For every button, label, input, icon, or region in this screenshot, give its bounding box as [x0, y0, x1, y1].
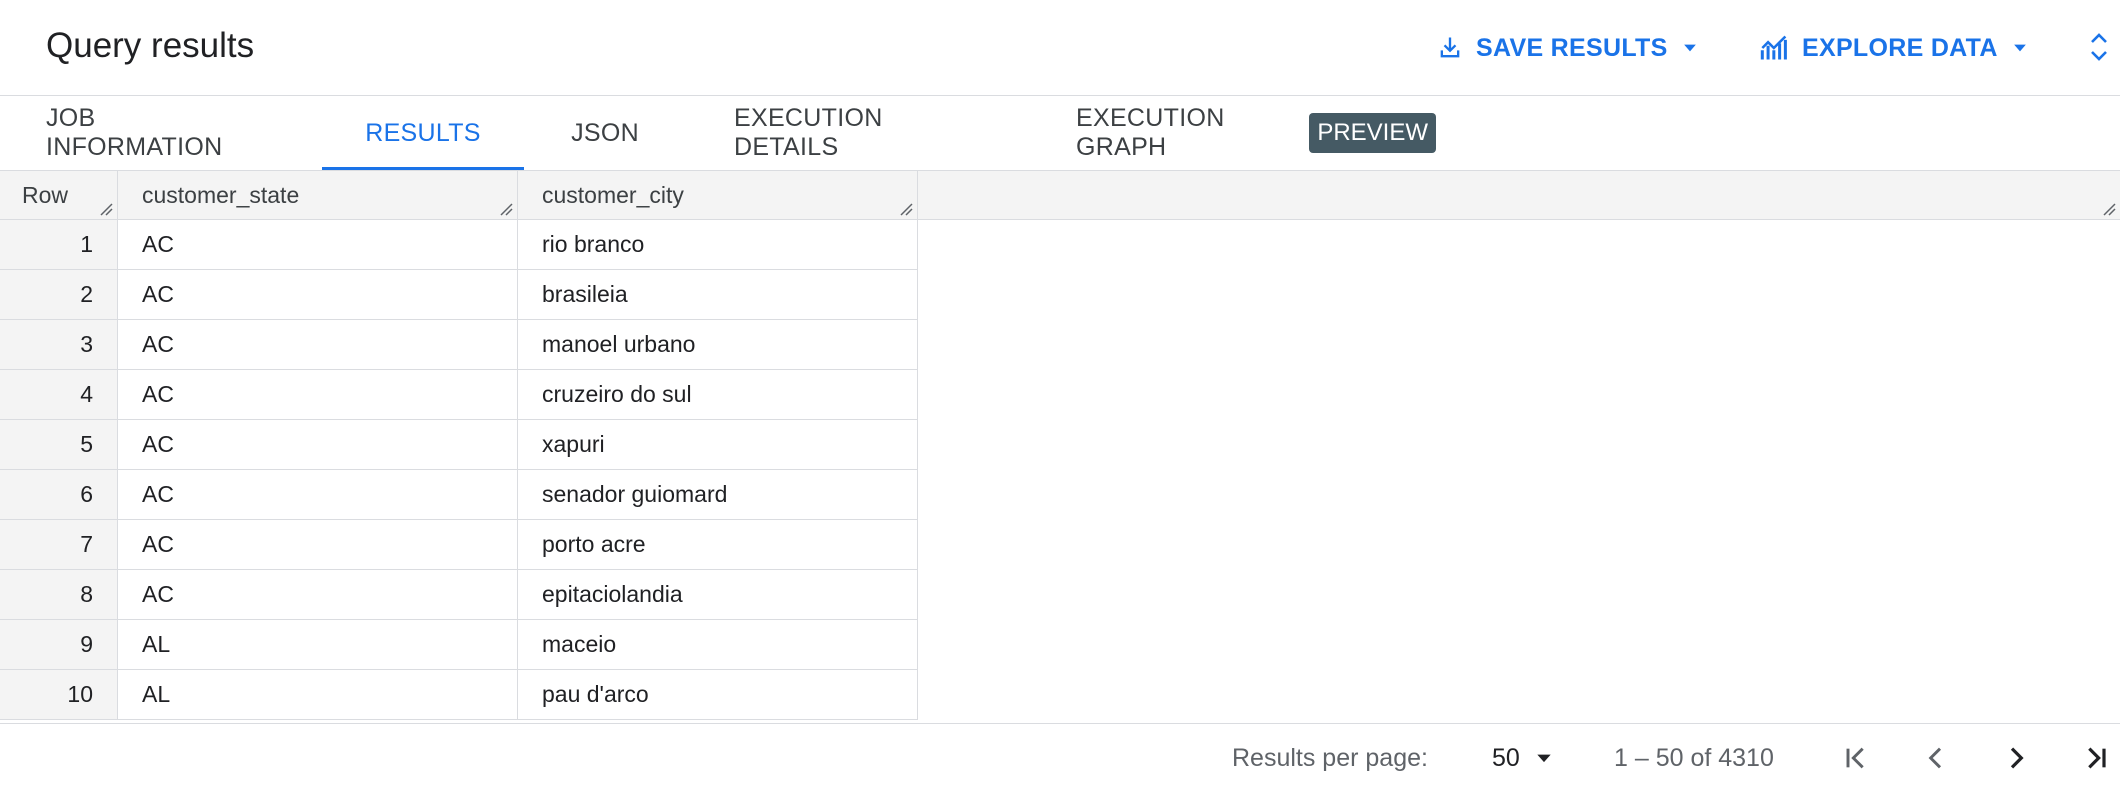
cell-customer-state: AC — [118, 420, 518, 469]
cell-customer-city: cruzeiro do sul — [518, 370, 918, 419]
tab-results[interactable]: RESULTS — [322, 96, 524, 170]
cell-customer-state: AC — [118, 370, 518, 419]
results-per-page-label: Results per page: — [1232, 744, 1428, 772]
explore-data-button[interactable]: EXPLORE DATA — [1760, 26, 2030, 70]
caret-down-icon — [2013, 44, 2026, 52]
table-header: Row customer_state customer_city — [0, 170, 2120, 220]
results-tabs: JOB INFORMATION RESULTS JSON EXECUTION D… — [0, 96, 2120, 170]
last-page-icon — [2088, 747, 2106, 769]
cell-customer-city: manoel urbano — [518, 320, 918, 369]
row-number: 7 — [0, 520, 118, 569]
row-number: 10 — [0, 670, 118, 719]
column-header-label: customer_state — [142, 182, 300, 208]
save-results-button[interactable]: SAVE RESULTS — [1436, 26, 1700, 70]
cell-customer-state: AC — [118, 320, 518, 369]
column-header-customer-city[interactable]: customer_city — [518, 171, 918, 220]
first-page-icon — [1846, 747, 1864, 769]
cell-customer-state: AC — [118, 570, 518, 619]
table-row[interactable]: 9 AL maceio — [0, 620, 918, 670]
row-number: 4 — [0, 370, 118, 419]
row-number: 6 — [0, 470, 118, 519]
save-results-label: SAVE RESULTS — [1476, 33, 1668, 62]
tab-json[interactable]: JSON — [571, 96, 639, 170]
tab-label: JOB INFORMATION — [46, 104, 223, 161]
table-row[interactable]: 5 AC xapuri — [0, 420, 918, 470]
chart-icon — [1760, 35, 1787, 60]
pagination-range: 1 – 50 of 4310 — [1614, 744, 1774, 772]
row-number: 8 — [0, 570, 118, 619]
resize-handle-icon[interactable] — [2102, 202, 2116, 216]
chevron-left-icon — [1928, 747, 1942, 769]
caret-down-icon — [1683, 44, 1696, 52]
row-number: 2 — [0, 270, 118, 319]
tab-label: RESULTS — [365, 118, 481, 147]
next-page-button[interactable] — [1996, 738, 2036, 778]
cell-customer-state: AL — [118, 670, 518, 719]
tab-execution-graph[interactable]: EXECUTION GRAPH PREVIEW — [1076, 96, 1436, 170]
table-row[interactable]: 7 AC porto acre — [0, 520, 918, 570]
column-header-label: customer_city — [542, 182, 684, 208]
cell-customer-city: maceio — [518, 620, 918, 669]
table-body: 1 AC rio branco 2 AC brasileia 3 AC mano… — [0, 220, 918, 720]
cell-customer-city: porto acre — [518, 520, 918, 569]
results-per-page-select[interactable]: 50 — [1492, 738, 1554, 778]
tab-job-information[interactable]: JOB INFORMATION — [46, 96, 274, 170]
tab-label: JSON — [571, 118, 639, 147]
cell-customer-city: brasileia — [518, 270, 918, 319]
last-page-button[interactable] — [2076, 738, 2116, 778]
table-row[interactable]: 4 AC cruzeiro do sul — [0, 370, 918, 420]
table-row[interactable]: 8 AC epitaciolandia — [0, 570, 918, 620]
column-header-filler — [918, 171, 2120, 220]
column-header-customer-state[interactable]: customer_state — [118, 171, 518, 220]
results-per-page-value: 50 — [1492, 743, 1520, 772]
cell-customer-state: AL — [118, 620, 518, 669]
query-results-header: Query results SAVE RESULTS EXPLORE DATA — [0, 0, 2120, 96]
cell-customer-city: senador guiomard — [518, 470, 918, 519]
resize-handle-icon[interactable] — [99, 202, 113, 216]
preview-badge: PREVIEW — [1309, 113, 1436, 153]
explore-data-label: EXPLORE DATA — [1802, 33, 1998, 62]
tab-label: EXECUTION DETAILS — [734, 104, 883, 161]
page-title: Query results — [46, 26, 255, 65]
cell-customer-city: rio branco — [518, 220, 918, 269]
cell-customer-city: pau d'arco — [518, 670, 918, 719]
cell-customer-city: xapuri — [518, 420, 918, 469]
row-number: 1 — [0, 220, 118, 269]
row-number: 9 — [0, 620, 118, 669]
previous-page-button[interactable] — [1916, 738, 1956, 778]
cell-customer-state: AC — [118, 470, 518, 519]
first-page-button[interactable] — [1836, 738, 1876, 778]
cell-customer-state: AC — [118, 270, 518, 319]
expand-collapse-icon[interactable] — [2088, 30, 2110, 64]
caret-down-icon — [1537, 754, 1551, 763]
table-row[interactable]: 10 AL pau d'arco — [0, 670, 918, 720]
download-icon — [1440, 37, 1460, 58]
column-header-label: Row — [22, 182, 69, 208]
table-row[interactable]: 3 AC manoel urbano — [0, 320, 918, 370]
table-row[interactable]: 2 AC brasileia — [0, 270, 918, 320]
resize-handle-icon[interactable] — [499, 202, 513, 216]
results-table: Row customer_state customer_city 1 AC ri… — [0, 170, 2120, 723]
table-row[interactable]: 6 AC senador guiomard — [0, 470, 918, 520]
row-number: 5 — [0, 420, 118, 469]
tab-execution-details[interactable]: EXECUTION DETAILS — [734, 96, 982, 170]
row-number: 3 — [0, 320, 118, 369]
cell-customer-state: AC — [118, 220, 518, 269]
tab-label: EXECUTION GRAPH — [1076, 104, 1225, 161]
pagination-bar: Results per page: 50 1 – 50 of 4310 — [0, 723, 2120, 790]
column-header-row[interactable]: Row — [0, 171, 118, 220]
cell-customer-city: epitaciolandia — [518, 570, 918, 619]
resize-handle-icon[interactable] — [899, 202, 913, 216]
chevron-right-icon — [2010, 747, 2024, 769]
table-row[interactable]: 1 AC rio branco — [0, 220, 918, 270]
cell-customer-state: AC — [118, 520, 518, 569]
